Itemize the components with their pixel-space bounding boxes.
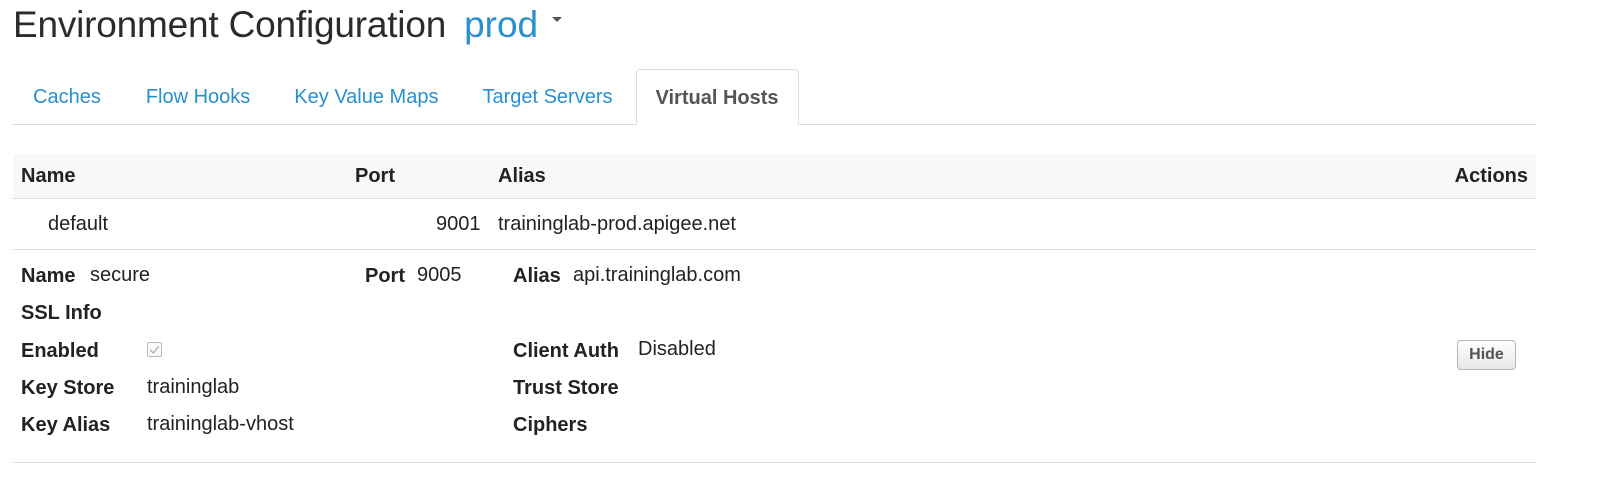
table-row[interactable]: default 9001 traininglab-prod.apigee.net	[13, 199, 1536, 250]
hide-button[interactable]: Hide	[1457, 340, 1516, 370]
page-header: Environment Configuration prod	[13, 0, 563, 52]
table-row-expanded: Name secure Port 9005 Alias api.training…	[13, 250, 1536, 463]
environment-name[interactable]: prod	[464, 0, 538, 50]
tab-key-value-maps[interactable]: Key Value Maps	[294, 70, 438, 124]
enabled-label: Enabled	[21, 340, 99, 362]
virtual-hosts-table: Name Port Alias Actions default 9001 tra…	[13, 154, 1536, 463]
name-value: secure	[90, 264, 151, 286]
row-alias: traininglab-prod.apigee.net	[498, 213, 736, 235]
alias-value: api.traininglab.com	[573, 264, 741, 286]
port-value: 9005	[417, 264, 462, 286]
table-header: Name Port Alias Actions	[13, 154, 1536, 199]
column-header-port: Port	[355, 165, 395, 187]
tab-bar: Caches Flow Hooks Key Value Maps Target …	[13, 68, 1536, 125]
client-auth-label: Client Auth	[513, 340, 619, 362]
key-store-value: traininglab	[147, 376, 240, 398]
row-name: default	[48, 213, 109, 235]
enabled-checkbox[interactable]	[147, 342, 162, 357]
port-label: Port	[365, 265, 405, 287]
row-port: 9001	[436, 213, 481, 235]
key-store-label: Key Store	[21, 377, 115, 399]
tab-virtual-hosts[interactable]: Virtual Hosts	[635, 69, 799, 125]
ciphers-label: Ciphers	[513, 414, 588, 436]
alias-label: Alias	[513, 265, 561, 287]
column-header-alias: Alias	[498, 165, 546, 187]
tab-target-servers[interactable]: Target Servers	[482, 70, 612, 124]
key-alias-value: traininglab-vhost	[147, 413, 294, 435]
tab-caches[interactable]: Caches	[33, 70, 101, 124]
column-header-actions: Actions	[1454, 165, 1528, 187]
environment-dropdown[interactable]: prod	[464, 0, 563, 50]
column-header-name: Name	[21, 165, 76, 187]
trust-store-label: Trust Store	[513, 377, 619, 399]
page: Environment Configuration prod Caches Fl…	[0, 0, 1600, 502]
caret-down-icon[interactable]	[552, 16, 563, 22]
key-alias-label: Key Alias	[21, 414, 111, 436]
tab-flow-hooks[interactable]: Flow Hooks	[146, 70, 250, 124]
client-auth-value: Disabled	[638, 338, 716, 360]
ssl-info-label: SSL Info	[21, 302, 102, 324]
name-label: Name	[21, 265, 76, 287]
page-title: Environment Configuration	[13, 4, 447, 45]
checkmark-icon	[149, 343, 160, 354]
